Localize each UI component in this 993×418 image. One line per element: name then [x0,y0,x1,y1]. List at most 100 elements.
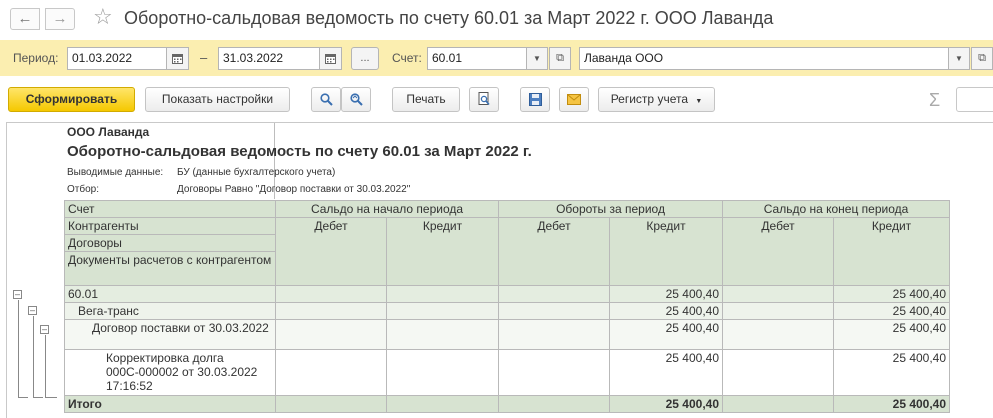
period-label: Период: [13,51,59,65]
table-row[interactable]: Вега-транс 25 400,40 25 400,40 [64,302,951,320]
header-open-debit: Дебет [275,217,387,286]
total-close-credit: 25 400,40 [833,395,951,413]
tree-line [45,335,46,397]
search-button[interactable] [311,87,341,112]
organization-field[interactable]: Лаванда ООО [579,47,949,70]
cell-open-debit [275,302,387,320]
open-window-icon: ⧉ [978,52,986,64]
print-preview-icon [478,92,490,106]
star-icon[interactable]: ☆ [93,5,113,29]
cell-turn-debit [498,395,610,413]
save-icon [528,93,542,106]
toolbar: Сформировать Показать настройки Печать Р… [0,84,993,116]
row-name: Вега-транс [64,302,276,320]
total-row[interactable]: Итого 25 400,40 25 400,40 [64,395,951,413]
cell-turn-debit [498,349,610,396]
window-title: Оборотно-сальдовая ведомость по счету 60… [124,8,774,28]
organization-open-button[interactable]: ⧉ [971,47,993,70]
cell-turn-debit [498,302,610,320]
tree-outline: – – – [7,123,64,418]
tree-line [45,397,57,398]
cell-open-debit [275,285,387,303]
generate-button[interactable]: Сформировать [8,87,135,112]
cell-close-debit [722,285,835,303]
cell-turn-credit: 25 400,40 [608,302,724,320]
tree-line [18,397,28,398]
save-button[interactable] [520,87,550,112]
collapse-icon[interactable]: – [13,290,22,299]
organization-dropdown-button[interactable]: ▼ [948,47,970,70]
date-to-calendar-button[interactable] [319,47,342,70]
chevron-down-icon: ▼ [955,54,963,63]
cell-open-debit [275,395,387,413]
header-turn-credit: Кредит [608,217,724,286]
cell-turn-credit: 25 400,40 [608,349,724,396]
search-next-icon [349,93,363,106]
account-dropdown-button[interactable]: ▼ [526,47,548,70]
cell-open-credit [386,302,499,320]
forward-button[interactable]: → [45,8,75,30]
header-counterparties: Контрагенты [64,217,276,235]
register-button-label: Регистр учета [610,92,688,106]
header-turnover: Обороты за период [497,200,724,218]
cell-open-credit [386,319,499,350]
chevron-down-icon: ▼ [695,98,703,105]
arrow-right-icon: → [52,10,68,27]
report-title: Оборотно-сальдовая ведомость по счету 60… [67,143,532,160]
collapse-icon[interactable]: – [28,306,37,315]
table-row[interactable]: 60.01 25 400,40 25 400,40 [64,285,951,303]
sum-field [956,87,993,112]
register-button[interactable]: Регистр учета ▼ [598,87,715,112]
header-close-debit: Дебет [722,217,835,286]
header-open-credit: Кредит [386,217,499,286]
shown-data-label: Выводимые данные: [67,167,164,178]
account-label: Счет: [392,51,422,65]
print-preview-button[interactable] [469,87,499,112]
tree-line [18,300,19,397]
cell-close-debit [722,319,835,350]
account-field[interactable]: 60.01 [427,47,527,70]
search-icon [319,93,333,106]
account-open-button[interactable]: ⧉ [549,47,571,70]
period-select-button[interactable]: ... [351,47,379,70]
cell-open-debit [275,319,387,350]
back-button[interactable]: ← [10,8,40,30]
date-from-field[interactable]: 01.03.2022 [67,47,167,70]
header-closing: Сальдо на конец периода [722,200,951,218]
chevron-down-icon: ▼ [533,54,541,63]
report-organization: ООО Лаванда [67,125,150,139]
total-turn-credit: 25 400,40 [608,395,724,413]
cell-open-credit [386,395,499,413]
cell-close-debit [722,395,835,413]
row-name: 60.01 [64,285,276,303]
collapse-icon[interactable]: – [40,325,49,334]
print-button[interactable]: Печать [392,87,460,112]
table-row[interactable]: Корректировка долга 000С-000002 от 30.03… [64,349,951,396]
report-area[interactable]: ООО Лаванда Оборотно-сальдовая ведомость… [6,122,993,418]
header-documents: Документы расчетов с контрагентом [64,251,276,286]
cell-turn-credit: 25 400,40 [608,319,724,350]
tree-line [33,397,43,398]
arrow-left-icon: ← [17,10,33,27]
header-turn-debit: Дебет [498,217,610,286]
show-settings-button[interactable]: Показать настройки [145,87,290,112]
title-bar: ← → ☆ Оборотно-сальдовая ведомость по сч… [0,0,993,38]
cell-close-credit: 25 400,40 [833,349,951,396]
calendar-icon [325,54,336,64]
header-contracts: Договоры [64,234,276,252]
header-opening: Сальдо на начало периода [275,200,499,218]
date-to-field[interactable]: 31.03.2022 [218,47,320,70]
mail-icon [567,94,581,105]
report-table: Счет Сальдо на начало периода Обороты за… [64,200,951,413]
table-row[interactable]: Договор поставки от 30.03.2022 25 400,40… [64,319,951,350]
total-label: Итого [64,395,276,413]
filter-value: Договоры Равно "Договор поставки от 30.0… [177,184,411,195]
cell-close-credit: 25 400,40 [833,302,951,320]
search-next-button[interactable] [341,87,371,112]
filter-label: Отбор: [67,184,99,195]
date-from-calendar-button[interactable] [166,47,189,70]
header-close-credit: Кредит [833,217,951,286]
cell-turn-debit [498,285,610,303]
open-window-icon: ⧉ [556,52,564,64]
send-email-button[interactable] [559,87,589,112]
